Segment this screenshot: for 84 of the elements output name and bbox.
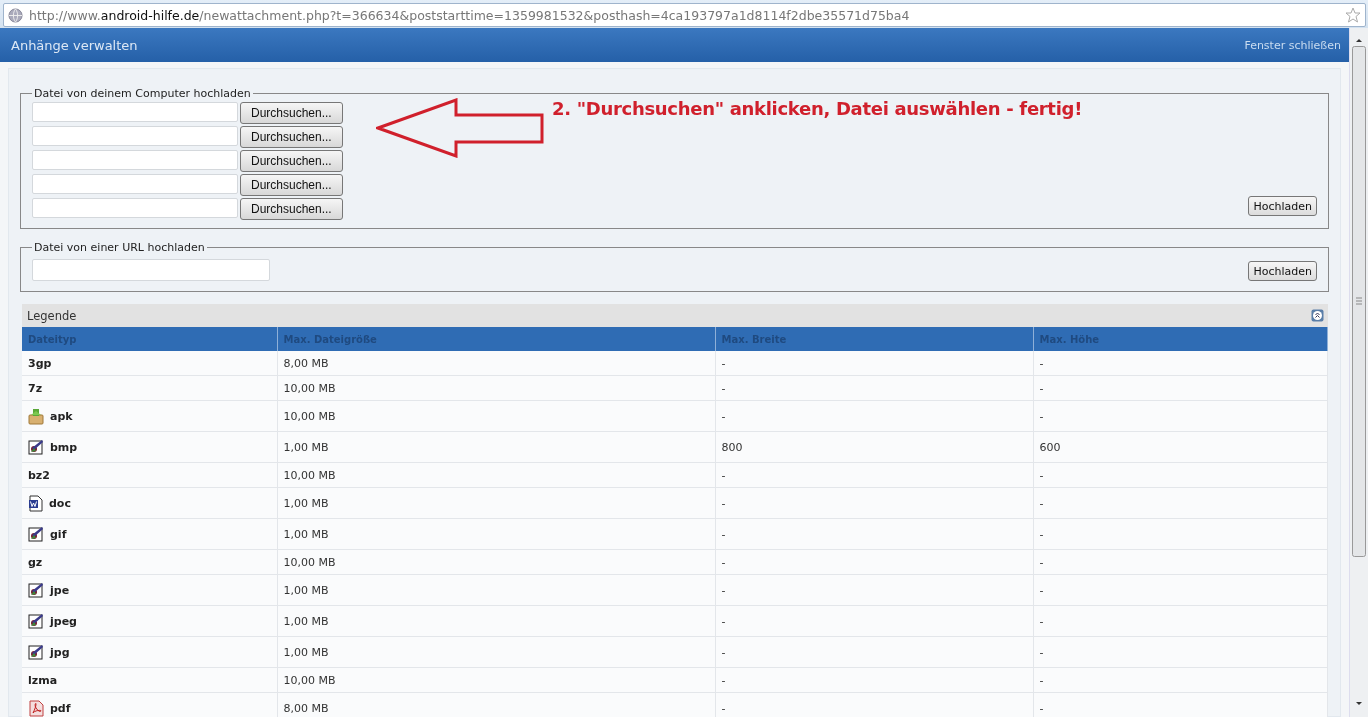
table-cell: -: [1039, 527, 1044, 541]
pdf-file-icon: [28, 699, 44, 717]
globe-icon: [8, 7, 23, 23]
table-cell: -: [721, 673, 726, 687]
group-legend: Datei von einer URL hochladen: [32, 241, 207, 254]
table-cell: 10,00 MB: [283, 381, 336, 395]
browse-button[interactable]: Durchsuchen...: [240, 102, 343, 124]
browse-button[interactable]: Durchsuchen...: [240, 126, 343, 148]
file-type-label: jpe: [50, 583, 70, 597]
table-cell: -: [1039, 645, 1044, 659]
table-cell: -: [721, 356, 726, 370]
file-type-label: pdf: [50, 701, 71, 715]
table-cell: 8,00 MB: [283, 701, 329, 715]
table-cell: -: [721, 645, 726, 659]
table-cell: 800: [721, 440, 743, 454]
table-cell: -: [1039, 583, 1044, 597]
table-cell: 10,00 MB: [283, 555, 336, 569]
browse-button[interactable]: Durchsuchen...: [240, 174, 343, 196]
picture-icon: [28, 526, 44, 542]
table-cell: 1,00 MB: [283, 614, 329, 628]
table-cell: -: [721, 409, 726, 423]
file-type-label: gif: [50, 527, 67, 541]
file-path-field[interactable]: [32, 150, 238, 170]
file-type-label: 3gp: [28, 356, 52, 370]
table-cell: -: [721, 527, 726, 541]
table-cell: 1,00 MB: [283, 440, 329, 454]
file-type-label: bz2: [28, 468, 50, 482]
table-cell: -: [1039, 356, 1044, 370]
table-cell: -: [1039, 701, 1044, 715]
package-icon: [28, 407, 44, 425]
file-type-label: gz: [28, 555, 43, 569]
file-type-label: doc: [49, 496, 71, 510]
table-cell: 10,00 MB: [283, 409, 336, 423]
table-cell: 10,00 MB: [283, 468, 336, 482]
address-bar[interactable]: http://www.android-hilfe.de/newattachment.php?t=366634&poststarttime=1359981532&posthash=4ca193797a1d8114f2dbe35571d75ba4: [3, 3, 1366, 27]
table-cell: -: [1039, 496, 1044, 510]
annotation-text: 2. "Durchsuchen" anklicken, Datei auswählen - fertig!: [552, 98, 1083, 119]
table-cell: -: [721, 701, 726, 715]
table-cell: 600: [1039, 440, 1061, 454]
legend-title: Legende: [27, 308, 77, 323]
file-path-field[interactable]: [32, 174, 238, 194]
document-icon: [28, 494, 43, 512]
table-cell: 1,00 MB: [283, 496, 329, 510]
table-cell: 10,00 MB: [283, 673, 336, 687]
upload-button[interactable]: Hochladen: [1248, 196, 1317, 216]
group-legend: Datei von deinem Computer hochladen: [32, 87, 253, 100]
file-path-field[interactable]: [32, 198, 238, 218]
table-cell: -: [721, 381, 726, 395]
table-cell: 8,00 MB: [283, 356, 329, 370]
table-cell: -: [1039, 555, 1044, 569]
upload-button[interactable]: Hochladen: [1248, 261, 1317, 281]
file-type-label: jpg: [50, 645, 70, 659]
table-cell: -: [721, 614, 726, 628]
star-icon[interactable]: [1345, 7, 1361, 23]
table-cell: -: [1039, 468, 1044, 482]
file-path-field[interactable]: [32, 102, 238, 122]
file-type-label: lzma: [28, 673, 58, 687]
picture-icon: [28, 582, 44, 598]
picture-icon: [28, 613, 44, 629]
table-cell: -: [721, 468, 726, 482]
table-cell: -: [1039, 409, 1044, 423]
picture-icon: [28, 439, 44, 455]
url-input-field[interactable]: [32, 259, 270, 281]
table-cell: -: [721, 583, 726, 597]
table-cell: 1,00 MB: [283, 527, 329, 541]
file-type-label: bmp: [50, 440, 78, 454]
url-text: http://www.android-hilfe.de/newattachment.php?t=366634&poststarttime=1359981532&posthash=4ca193797a1d8114f2dbe35571d75ba4: [29, 7, 910, 23]
table-cell: -: [1039, 381, 1044, 395]
table-cell: -: [721, 555, 726, 569]
file-type-label: jpeg: [50, 614, 77, 628]
browse-button[interactable]: Durchsuchen...: [240, 198, 343, 220]
file-type-label: 7z: [28, 381, 43, 395]
file-type-label: apk: [50, 409, 73, 423]
collapse-icon[interactable]: [1311, 309, 1324, 322]
picture-icon: [28, 644, 44, 660]
browse-button[interactable]: Durchsuchen...: [240, 150, 343, 172]
file-path-field[interactable]: [32, 126, 238, 146]
table-cell: 1,00 MB: [283, 645, 329, 659]
page-title: Anhänge verwalten: [11, 37, 138, 53]
table-cell: 1,00 MB: [283, 583, 329, 597]
table-cell: -: [1039, 673, 1044, 687]
table-cell: -: [1039, 614, 1044, 628]
close-window-link[interactable]: Fenster schließen: [1244, 38, 1341, 52]
table-cell: -: [721, 496, 726, 510]
